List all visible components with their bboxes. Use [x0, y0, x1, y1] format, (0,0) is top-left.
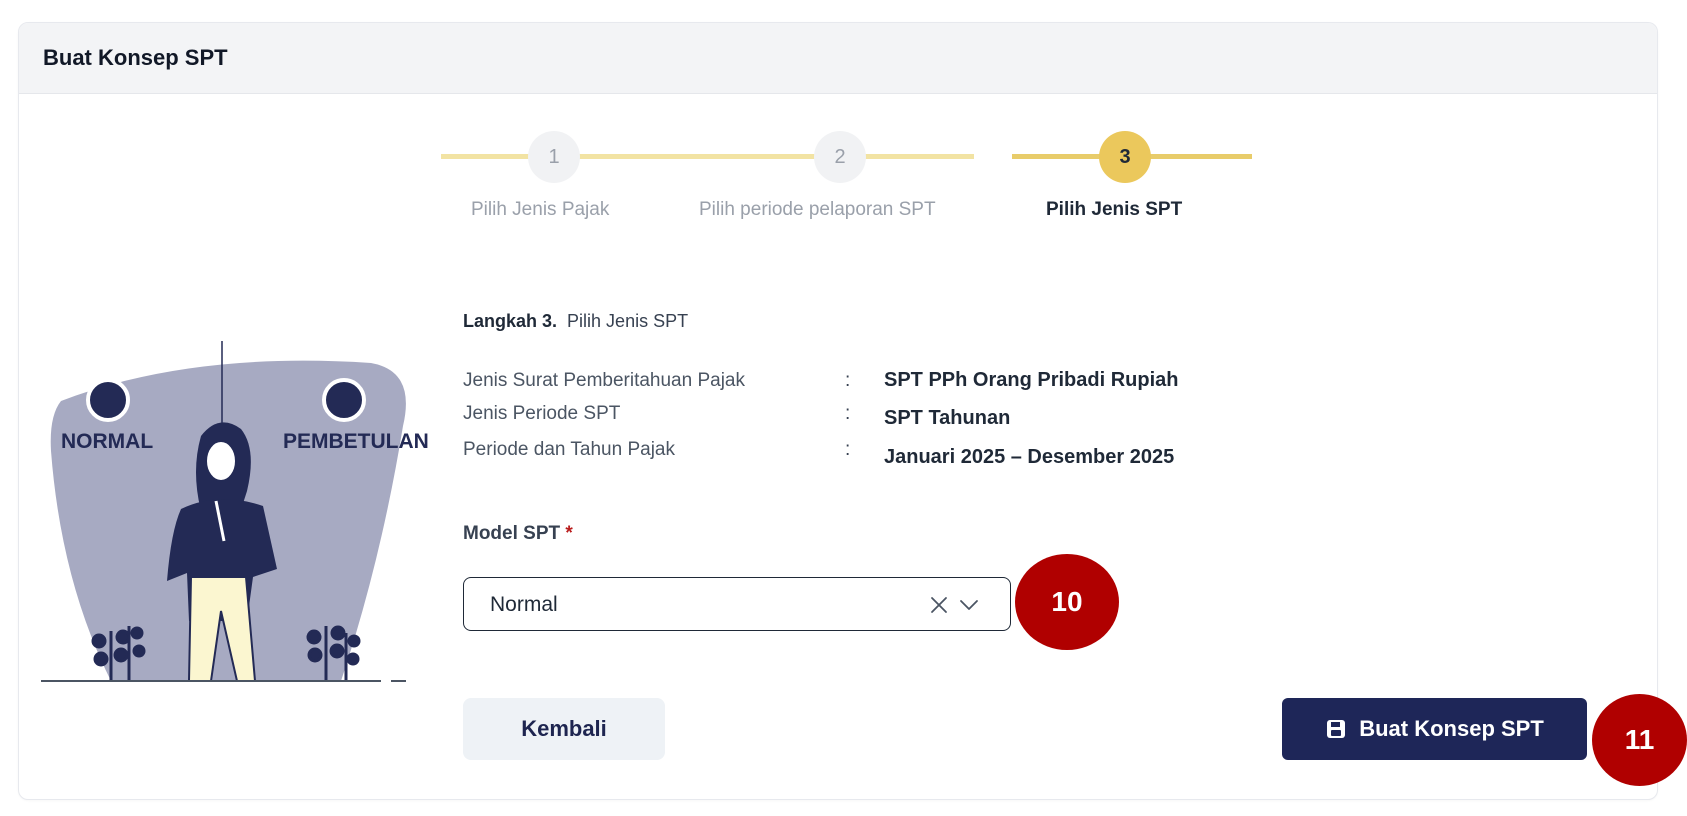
step-3-label: Pilih Jenis SPT: [1046, 199, 1183, 220]
illustration: NORMAL PEMBETULAN: [41, 341, 429, 682]
info-colon: :: [845, 370, 851, 391]
card-title: Buat Konsep SPT: [43, 45, 228, 70]
step-2-number: 2: [834, 145, 846, 168]
chevron-down-icon[interactable]: [958, 596, 980, 614]
model-spt-selected-value: Normal: [490, 593, 558, 616]
step-1-number: 1: [548, 145, 560, 168]
back-button[interactable]: Kembali: [463, 698, 665, 760]
info-label-jenis-spt: Jenis Surat Pemberitahuan Pajak: [463, 370, 745, 391]
stepper-track-segment: [441, 154, 974, 159]
step-1-circle: 1: [528, 131, 580, 183]
step-heading: Langkah 3. Pilih Jenis SPT: [463, 311, 688, 332]
illustration-normal-text: NORMAL: [61, 430, 153, 453]
model-spt-label: Model SPT *: [463, 523, 573, 545]
clear-icon[interactable]: [928, 594, 950, 616]
info-value-periode-spt: SPT Tahunan: [884, 407, 1011, 429]
step-3-circle: 3: [1099, 131, 1151, 183]
info-value-jenis-spt: SPT PPh Orang Pribadi Rupiah: [884, 369, 1179, 391]
save-icon: [1327, 720, 1346, 738]
callout-badge-select: 10: [1015, 554, 1119, 650]
model-spt-select[interactable]: Normal: [463, 577, 1011, 631]
step-2-label: Pilih periode pelaporan SPT: [699, 199, 936, 220]
info-label-periode-spt: Jenis Periode SPT: [463, 403, 621, 424]
step-1-label: Pilih Jenis Pajak: [471, 199, 610, 220]
create-spt-card: Buat Konsep SPT 1 2 3 Pilih Jenis Pajak …: [18, 22, 1658, 800]
info-label-tahun-pajak: Periode dan Tahun Pajak: [463, 439, 675, 460]
model-spt-label-text: Model SPT: [463, 523, 561, 544]
info-colon: :: [845, 403, 851, 424]
create-draft-label: Buat Konsep SPT: [1359, 716, 1544, 741]
callout-badge-create: 11: [1592, 694, 1687, 786]
card-header: Buat Konsep SPT: [19, 23, 1657, 94]
create-draft-button[interactable]: Buat Konsep SPT: [1282, 698, 1587, 760]
step-2-circle: 2: [814, 131, 866, 183]
info-value-tahun-pajak: Januari 2025 – Desember 2025: [884, 446, 1175, 468]
info-colon: :: [845, 439, 851, 460]
step-heading-text: Pilih Jenis SPT: [567, 311, 689, 331]
illustration-pembetulan-text: PEMBETULAN: [283, 430, 429, 453]
step-3-number: 3: [1119, 145, 1131, 168]
step-heading-bold: Langkah 3.: [463, 311, 558, 331]
required-mark: *: [565, 523, 573, 544]
